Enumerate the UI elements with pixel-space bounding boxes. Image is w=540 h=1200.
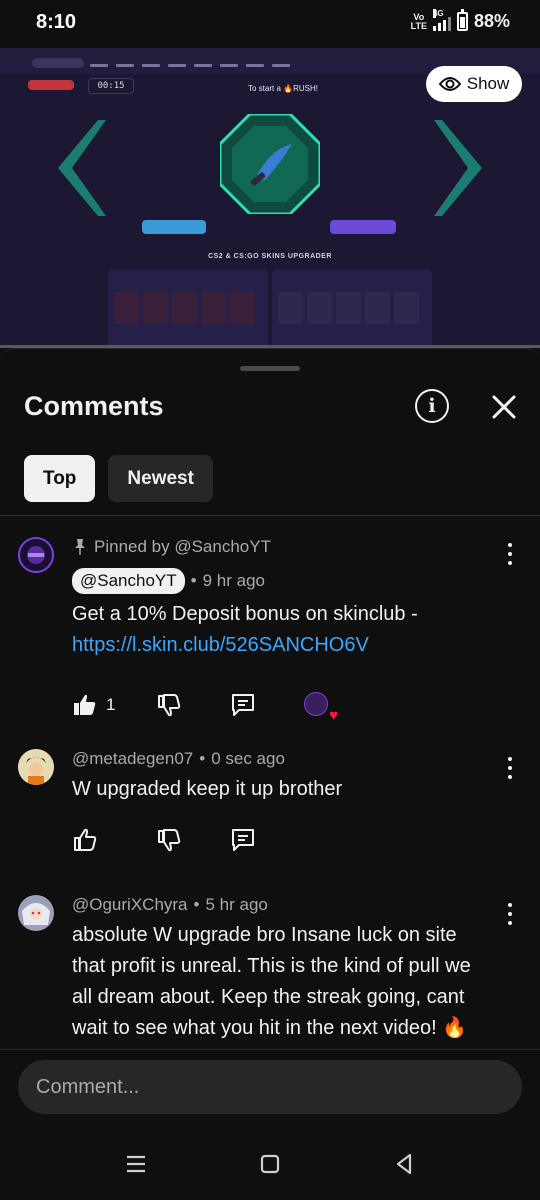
avatar[interactable] — [18, 749, 54, 785]
inventory-panel — [108, 270, 268, 348]
comment-actions — [72, 825, 492, 855]
author-handle[interactable]: @OguriXChyra — [72, 895, 188, 915]
reply-button[interactable] — [230, 692, 304, 718]
dislike-button[interactable] — [156, 692, 230, 718]
reply-icon — [232, 694, 254, 716]
comment-time: 0 sec ago — [211, 749, 285, 768]
thumbs-up-icon — [74, 694, 96, 715]
video-player[interactable]: 00:15 To start a 🔥RUSH! CS2 & CS:GO SKIN… — [0, 48, 540, 348]
chip-top[interactable]: Top — [24, 455, 96, 502]
chevron-right-icon — [434, 120, 482, 216]
reply-button[interactable] — [230, 827, 304, 853]
comment-text: Get a 10% Deposit bonus on skinclub - ht… — [72, 599, 492, 661]
knife-item-icon — [220, 114, 320, 214]
show-label: Show — [466, 74, 510, 93]
upgrade-button — [330, 220, 396, 234]
comment-link[interactable]: https://l.skin.club/526SANCHO6V — [72, 630, 492, 661]
comment-meta: @OguriXChyra • 5 hr ago — [72, 895, 268, 915]
dislike-button[interactable] — [156, 827, 230, 853]
battery-icon — [456, 9, 468, 31]
comment-body: Pinned by @SanchoYT @SanchoYT • 9 hr ago… — [72, 535, 492, 723]
comments-title: Comments — [24, 391, 164, 421]
video-timer: 00:15 — [88, 78, 134, 94]
creator-heart-icon: ♥ — [304, 692, 338, 723]
upgrade-items-panel — [272, 270, 432, 348]
comment-input-container — [18, 1060, 522, 1114]
comment-text: W upgraded keep it up brother — [72, 778, 343, 800]
status-bar: 8:10 Vo LTE 4G 88% — [0, 0, 540, 48]
system-nav-bar — [0, 1128, 540, 1200]
avatar[interactable] — [18, 537, 54, 573]
more-options-icon[interactable] — [506, 543, 514, 565]
author-handle[interactable]: @SanchoYT — [72, 568, 185, 594]
back-icon[interactable] — [392, 1152, 416, 1176]
video-headline: To start a 🔥RUSH! — [248, 84, 318, 93]
like-count: 1 — [106, 695, 116, 714]
sell-button — [142, 220, 206, 234]
eye-icon — [438, 77, 461, 91]
pin-icon — [75, 539, 85, 555]
thumbs-down-icon — [158, 829, 181, 852]
close-icon[interactable] — [490, 393, 518, 421]
more-options-icon[interactable] — [506, 757, 514, 779]
volte-icon: Vo LTE — [410, 11, 427, 31]
author-handle[interactable]: @metadegen07 — [72, 749, 193, 769]
comment-time: 9 hr ago — [202, 571, 265, 590]
show-button[interactable]: Show — [426, 66, 522, 102]
comment-input[interactable] — [18, 1060, 522, 1114]
pinned-label: Pinned by @SanchoYT — [72, 535, 492, 559]
thumbs-up-icon — [74, 828, 97, 851]
comment-text: absolute W upgrade bro Insane luck on si… — [72, 924, 471, 1039]
network-type: 4G — [432, 8, 444, 18]
comment-time: 5 hr ago — [205, 895, 268, 914]
video-caption: CS2 & CS:GO SKINS UPGRADER — [208, 253, 332, 260]
like-button[interactable] — [72, 827, 156, 853]
site-nav — [90, 64, 290, 67]
sort-chips: Top Newest — [24, 455, 213, 502]
site-logo — [32, 58, 84, 68]
thumbs-down-icon — [158, 694, 181, 717]
comment-body: @OguriXChyra • 5 hr ago absolute W upgra… — [72, 895, 492, 1044]
chip-newest[interactable]: Newest — [108, 455, 213, 502]
status-time: 8:10 — [36, 11, 77, 33]
divider — [0, 1049, 540, 1050]
comment-meta: @SanchoYT • 9 hr ago — [72, 568, 492, 594]
drag-handle[interactable] — [240, 366, 300, 371]
like-button[interactable]: 1 — [72, 692, 156, 718]
divider — [0, 515, 540, 516]
top-rushes-badge — [28, 80, 74, 90]
signal-icon: 4G — [432, 8, 451, 31]
comment-body: @metadegen07 • 0 sec ago W upgraded keep… — [72, 749, 492, 855]
home-icon[interactable] — [258, 1152, 282, 1176]
status-indicators: Vo LTE 4G 88% — [410, 8, 510, 32]
battery-percent: 88% — [473, 11, 510, 31]
comment-meta: @metadegen07 • 0 sec ago — [72, 749, 285, 769]
comment-actions: 1 ♥ — [72, 690, 492, 723]
avatar[interactable] — [18, 895, 54, 931]
more-options-icon[interactable] — [506, 903, 514, 925]
recent-apps-icon[interactable] — [124, 1152, 148, 1176]
chevron-left-icon — [58, 120, 106, 216]
reply-icon — [232, 829, 254, 851]
info-icon[interactable]: i — [415, 389, 449, 423]
